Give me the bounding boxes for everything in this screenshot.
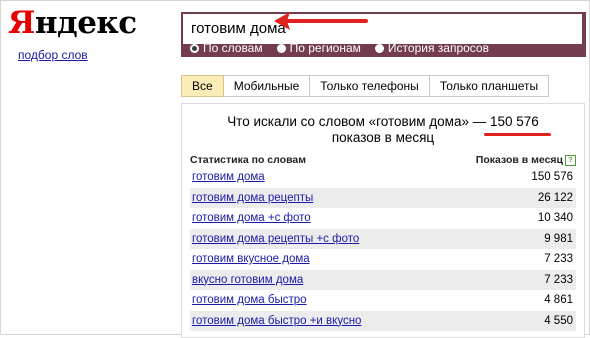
table-row: готовим дома быстро +и вкусно 4 550 bbox=[190, 310, 576, 332]
table-row: готовим дома быстро 4 861 bbox=[190, 290, 576, 311]
row-phrase-link[interactable]: готовим дома рецепты bbox=[192, 188, 313, 209]
row-phrase-link[interactable]: вкусно готовим дома bbox=[192, 270, 303, 291]
stats-rows: готовим дома 150 576 готовим дома рецепт… bbox=[190, 167, 576, 331]
headline-count: 150 576 bbox=[489, 114, 539, 129]
radio-label: По словам bbox=[203, 41, 263, 55]
search-mode-radios: По словам По регионам История запросов bbox=[190, 40, 503, 56]
radio-by-words[interactable]: По словам bbox=[190, 41, 263, 55]
tab-tablets-only[interactable]: Только планшеты bbox=[429, 75, 550, 97]
table-row: готовим дома рецепты 26 122 bbox=[190, 187, 576, 209]
radio-dot-icon bbox=[190, 43, 199, 53]
row-phrase-link[interactable]: готовим дома +с фото bbox=[192, 208, 311, 229]
row-count: 26 122 bbox=[537, 191, 573, 204]
logo-rest: ндекс bbox=[34, 5, 137, 41]
headline-prefix: Что искали со словом «готовим дома» — bbox=[227, 114, 487, 129]
row-phrase-link[interactable]: готовим дома быстро +и вкусно bbox=[192, 311, 361, 332]
table-row: готовим дома 150 576 bbox=[190, 167, 576, 188]
headline-suffix: показов в месяц bbox=[331, 130, 435, 145]
stats-header-right-label: Показов в месяц bbox=[475, 154, 563, 166]
logo-first-letter: Я bbox=[8, 5, 35, 41]
results-panel: Что искали со словом «готовим дома» — 15… bbox=[181, 103, 585, 338]
device-tabs: Все Мобильные Только телефоны Только пла… bbox=[181, 75, 550, 97]
table-row: готовим вкусное дома 7 233 bbox=[190, 249, 576, 270]
tab-phones-only[interactable]: Только телефоны bbox=[310, 75, 430, 97]
row-count: 150 576 bbox=[531, 171, 573, 183]
stats-header-left: Статистика по словам bbox=[190, 154, 306, 166]
table-row: готовим дома +с фото 10 340 bbox=[190, 208, 576, 229]
annotation-arrow-icon bbox=[274, 12, 368, 30]
radio-by-regions[interactable]: По регионам bbox=[276, 41, 361, 55]
radio-label: По регионам bbox=[289, 41, 361, 55]
tab-all[interactable]: Все bbox=[181, 75, 224, 97]
radio-dot-icon bbox=[276, 43, 286, 53]
row-count: 9 981 bbox=[544, 232, 573, 245]
row-phrase-link[interactable]: готовим вкусное дома bbox=[192, 249, 310, 270]
stats-header: Статистика по словам Показов в месяц? bbox=[190, 152, 576, 168]
yandex-logo[interactable]: Яндекс bbox=[8, 5, 137, 41]
radio-label: История запросов bbox=[387, 41, 489, 55]
row-count: 4 861 bbox=[544, 294, 573, 306]
radio-dot-icon bbox=[374, 43, 384, 53]
tab-mobile[interactable]: Мобильные bbox=[223, 75, 311, 97]
stats-header-right: Показов в месяц? bbox=[476, 154, 576, 166]
results-headline: Что искали со словом «готовим дома» — 15… bbox=[182, 114, 584, 146]
row-count: 7 233 bbox=[544, 253, 573, 265]
row-count: 10 340 bbox=[537, 212, 573, 224]
row-phrase-link[interactable]: готовим дома быстро bbox=[192, 290, 307, 311]
radio-query-history[interactable]: История запросов bbox=[374, 41, 489, 55]
table-row: готовим дома рецепты +с фото 9 981 bbox=[190, 228, 576, 250]
row-phrase-link[interactable]: готовим дома рецепты +с фото bbox=[192, 229, 359, 250]
table-row: вкусно готовим дома 7 233 bbox=[190, 269, 576, 291]
annotation-underline bbox=[484, 133, 551, 136]
row-count: 4 550 bbox=[544, 314, 573, 327]
wordstat-link[interactable]: подбор слов bbox=[18, 48, 88, 62]
help-icon[interactable]: ? bbox=[565, 155, 576, 166]
row-count: 7 233 bbox=[544, 273, 573, 286]
row-phrase-link[interactable]: готовим дома bbox=[192, 167, 265, 188]
